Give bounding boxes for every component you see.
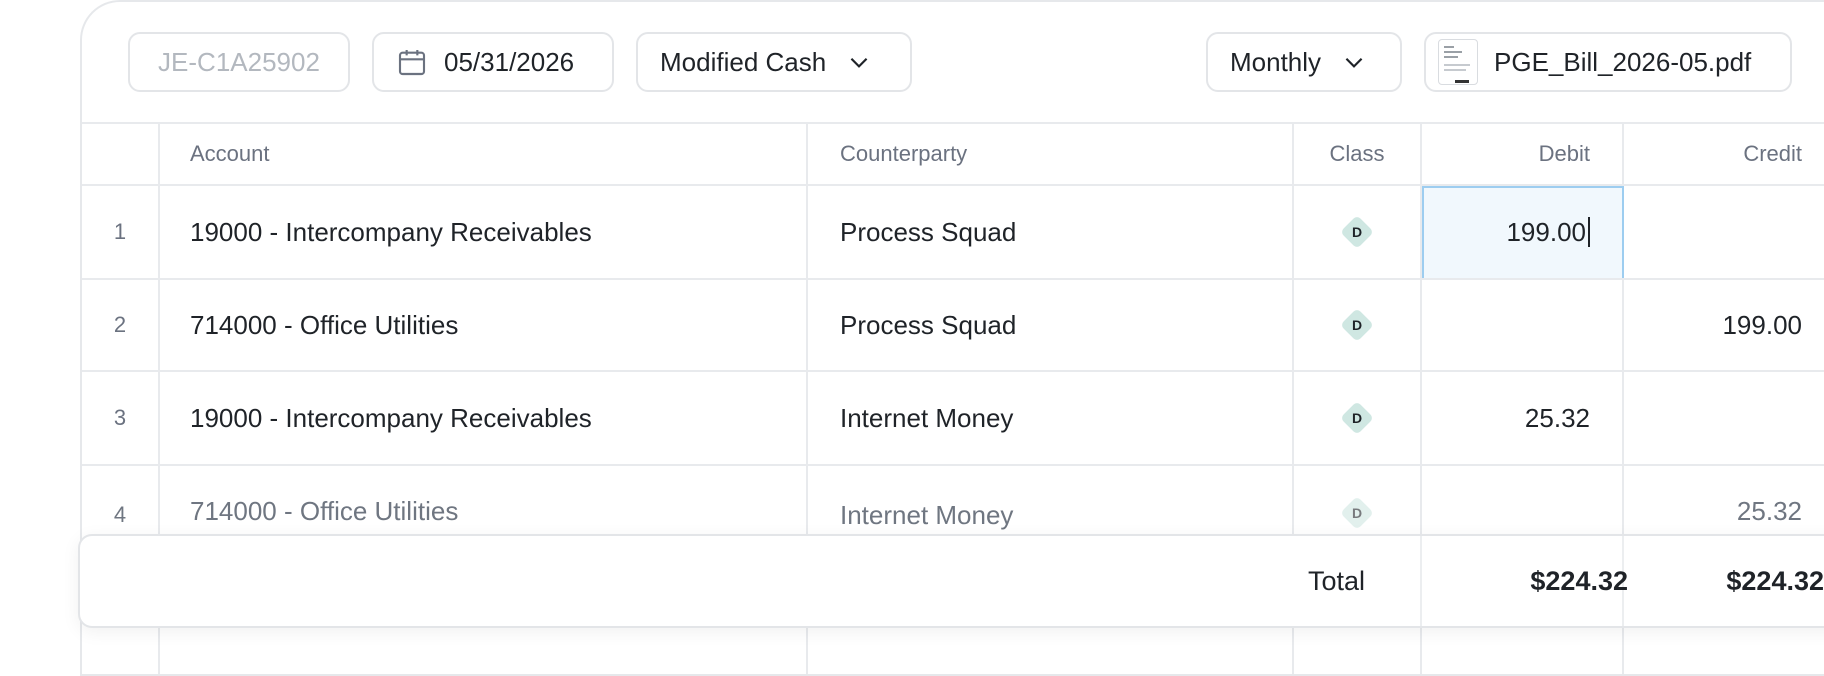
entry-id-placeholder: JE-C1A25902 xyxy=(158,46,320,77)
table-header: Account Counterparty Class Debit Credit xyxy=(82,124,1824,186)
text-caret xyxy=(1588,217,1590,247)
entry-id-field[interactable]: JE-C1A25902 xyxy=(128,32,350,92)
account-cell[interactable]: 19000 - Intercompany Receivables xyxy=(190,372,790,464)
totals-divider xyxy=(1420,536,1422,626)
table-row: 3 19000 - Intercompany Receivables Inter… xyxy=(82,372,1824,466)
row-number: 3 xyxy=(113,405,127,430)
class-cell[interactable]: D xyxy=(1294,186,1420,278)
table-row: 1 19000 - Intercompany Receivables Proce… xyxy=(82,186,1824,280)
attachment-chip[interactable]: PGE_Bill_2026-05.pdf xyxy=(1424,32,1792,92)
row-number: 1 xyxy=(113,219,127,244)
account-cell[interactable]: 19000 - Intercompany Receivables xyxy=(190,186,790,278)
toolbar: JE-C1A25902 05/31/2026 Modified Cash Mon… xyxy=(82,2,1824,124)
chevron-down-icon xyxy=(1345,57,1363,68)
credit-cell[interactable] xyxy=(1624,372,1824,464)
table-row: 2 714000 - Office Utilities Process Squa… xyxy=(82,280,1824,372)
counterparty-cell[interactable]: Process Squad xyxy=(840,186,1290,278)
total-label: Total xyxy=(1308,565,1366,596)
debit-cell[interactable]: 25.32 xyxy=(1422,372,1622,464)
counterparty-cell[interactable]: Process Squad xyxy=(840,280,1290,370)
class-badge-icon: D xyxy=(1340,496,1374,530)
column-header-class: Class xyxy=(1329,141,1385,166)
total-credit: $224.32 xyxy=(1726,565,1824,596)
class-badge-icon: D xyxy=(1340,401,1374,435)
debit-value: 199.00 xyxy=(1506,216,1586,247)
total-debit: $224.32 xyxy=(1530,565,1628,596)
date-picker[interactable]: 05/31/2026 xyxy=(372,32,614,92)
totals-bar: Total $224.32 $224.32 xyxy=(78,534,1824,628)
column-header-account: Account xyxy=(190,141,270,166)
attachment-filename: PGE_Bill_2026-05.pdf xyxy=(1494,46,1752,77)
accounting-basis-dropdown[interactable]: Modified Cash xyxy=(636,32,912,92)
pdf-thumbnail-icon xyxy=(1438,39,1478,85)
calendar-icon xyxy=(398,50,426,76)
frequency-value: Monthly xyxy=(1230,46,1322,77)
credit-cell[interactable]: 199.00 xyxy=(1624,280,1824,370)
debit-input[interactable]: 199.00 xyxy=(1422,186,1622,278)
basis-value: Modified Cash xyxy=(660,46,827,77)
frequency-dropdown[interactable]: Monthly xyxy=(1206,32,1402,92)
column-header-credit: Credit xyxy=(1743,141,1802,166)
class-badge-icon: D xyxy=(1340,308,1374,342)
date-value: 05/31/2026 xyxy=(444,46,575,77)
column-header-debit: Debit xyxy=(1538,141,1590,166)
chevron-down-icon xyxy=(850,57,868,68)
row-number: 2 xyxy=(113,312,127,337)
credit-cell[interactable] xyxy=(1624,186,1824,278)
class-cell[interactable]: D xyxy=(1294,372,1420,464)
class-cell[interactable]: D xyxy=(1294,280,1420,370)
account-cell[interactable]: 714000 - Office Utilities xyxy=(190,280,790,370)
debit-cell[interactable] xyxy=(1422,280,1622,370)
counterparty-cell[interactable]: Internet Money xyxy=(840,372,1290,464)
column-header-counterparty: Counterparty xyxy=(840,141,968,166)
class-badge-icon: D xyxy=(1340,215,1374,249)
